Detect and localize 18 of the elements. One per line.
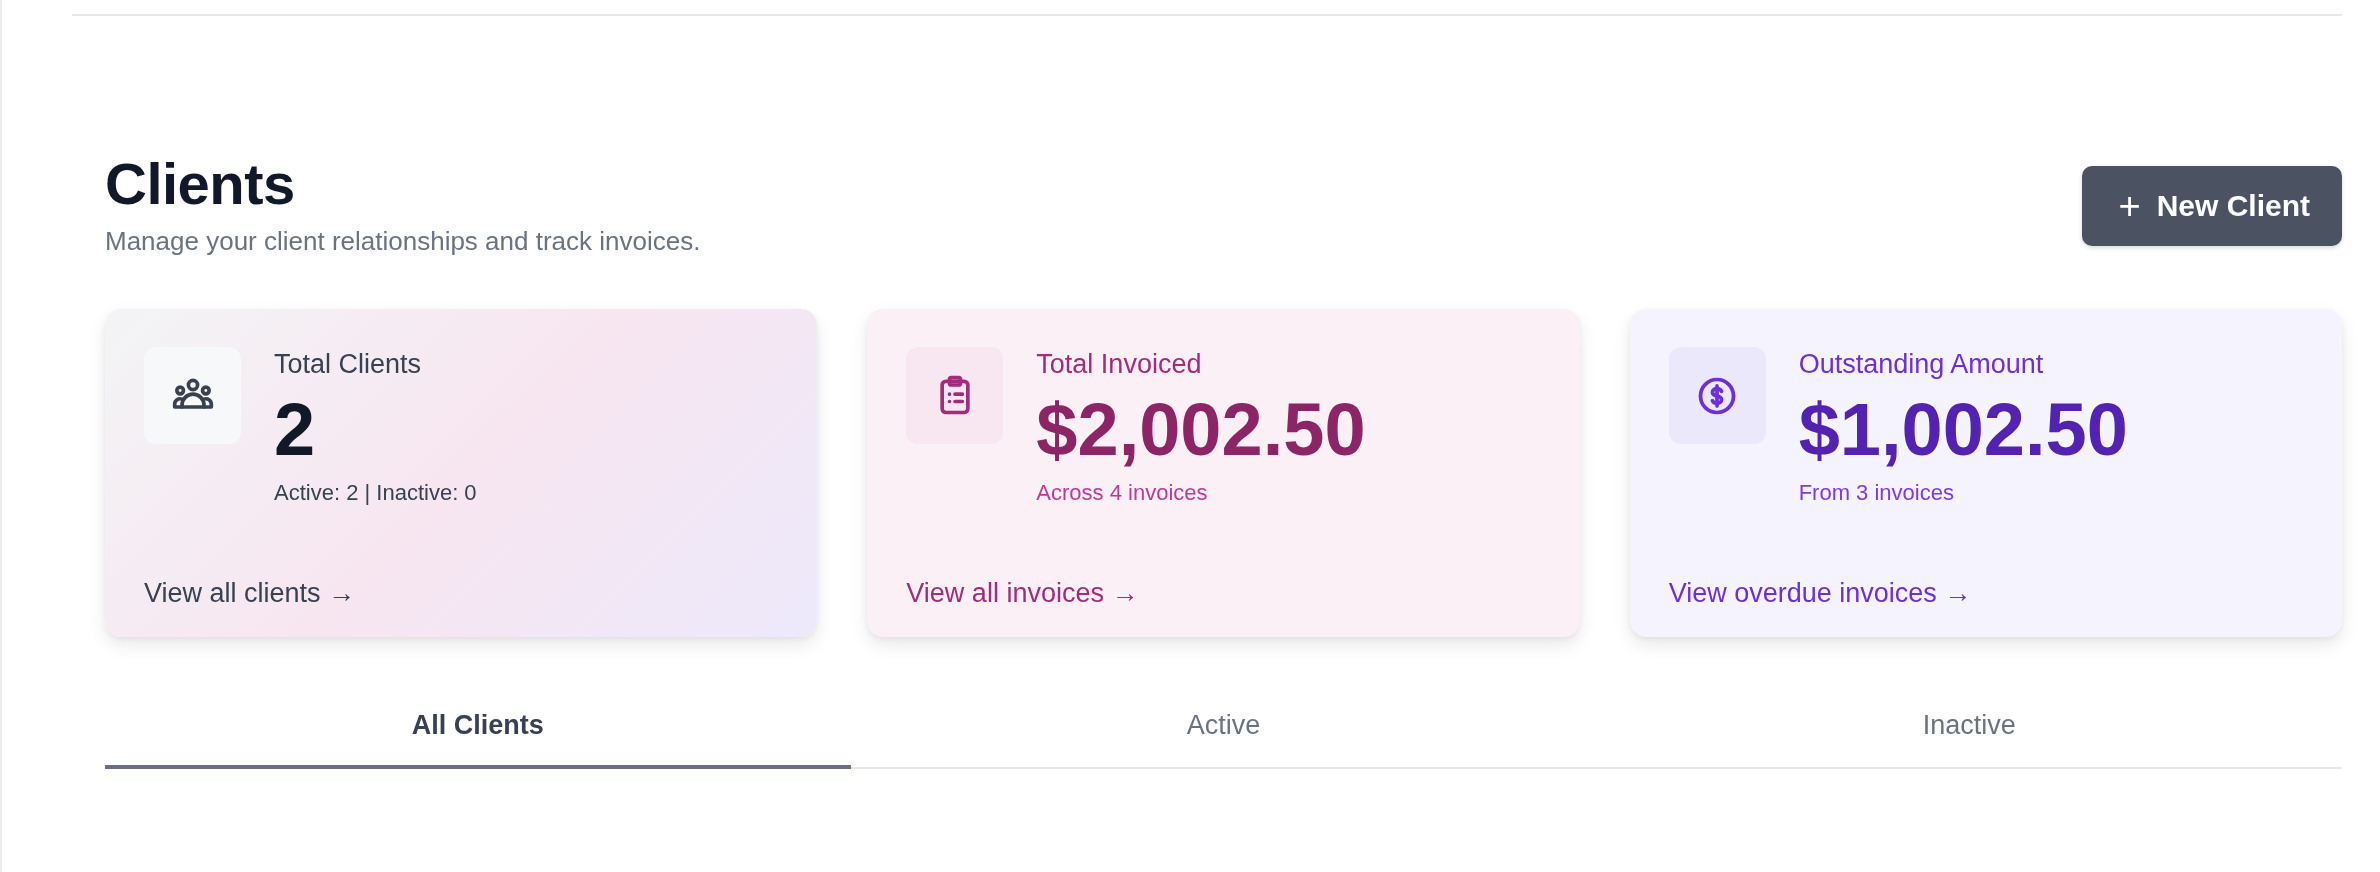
stat-detail: From 3 invoices <box>1798 480 1955 506</box>
stat-title: Total Clients <box>274 349 423 380</box>
stat-value: $1,002.50 <box>1798 388 2128 472</box>
stat-title: Total Invoiced <box>1036 349 1203 380</box>
filter-tab[interactable]: Inactive <box>1596 685 2342 769</box>
new-client-button[interactable]: + New Client <box>2082 166 2342 246</box>
stat-value: 2 <box>274 388 317 472</box>
stat-detail: Across 4 invoices <box>1036 480 1209 506</box>
filter-tab[interactable]: All Clients <box>105 685 851 769</box>
card-link[interactable]: View overdue invoices → <box>1668 578 1972 609</box>
filter-tab[interactable]: Active <box>850 685 1597 769</box>
card-link[interactable]: View all clients → <box>144 578 356 609</box>
page-subtitle: Manage your client relationships and track invoices. <box>105 226 701 257</box>
stat-value: $2,002.50 <box>1036 388 1366 472</box>
card-link[interactable]: View all invoices → <box>906 578 1139 609</box>
page-title: Clients <box>105 152 296 216</box>
stat-title: Outstanding Amount <box>1798 349 2045 380</box>
stat-detail: Active: 2 | Inactive: 0 <box>274 480 477 506</box>
